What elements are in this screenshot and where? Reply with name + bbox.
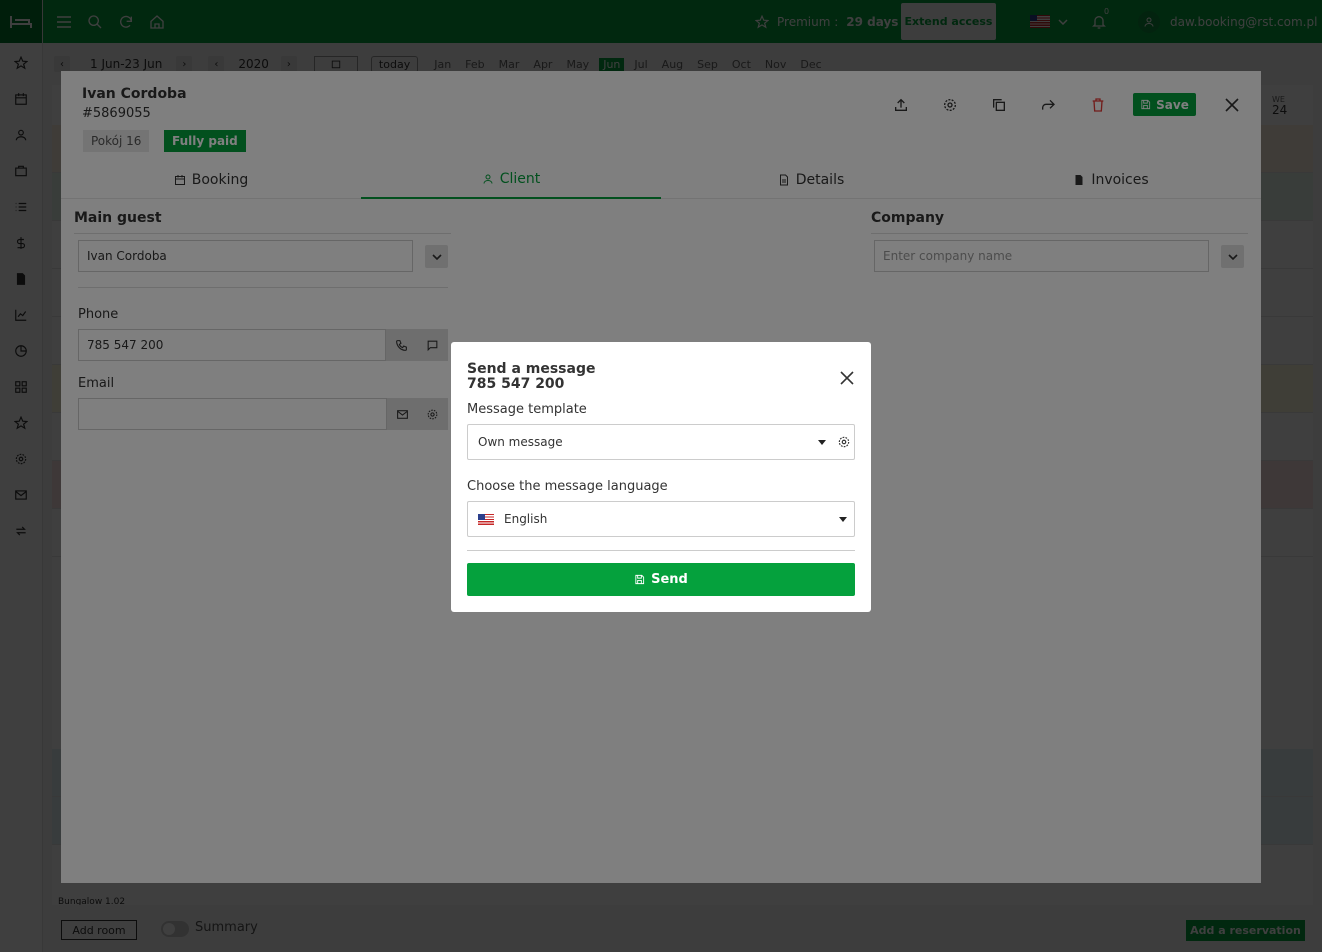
dropdown-caret-icon — [839, 517, 847, 522]
close-icon[interactable] — [838, 369, 856, 387]
language-value: English — [504, 512, 548, 526]
send-message-dialog: Send a message 785 547 200 Message templ… — [451, 342, 871, 612]
template-label: Message template — [467, 402, 587, 417]
dropdown-caret-icon — [818, 440, 826, 445]
us-flag-icon — [478, 513, 494, 525]
dialog-phone: 785 547 200 — [467, 376, 565, 392]
divider — [467, 550, 855, 551]
template-value: Own message — [478, 435, 563, 449]
send-button[interactable]: Send — [467, 563, 855, 596]
language-select[interactable]: English — [467, 501, 855, 537]
dialog-title-text: Send a message — [467, 361, 596, 377]
template-select[interactable]: Own message — [467, 424, 855, 460]
save-icon — [635, 574, 645, 585]
dialog-title: Send a message 785 547 200 — [467, 362, 595, 392]
language-label: Choose the message language — [467, 479, 668, 494]
gear-icon[interactable] — [837, 435, 851, 449]
send-label: Send — [651, 572, 688, 587]
